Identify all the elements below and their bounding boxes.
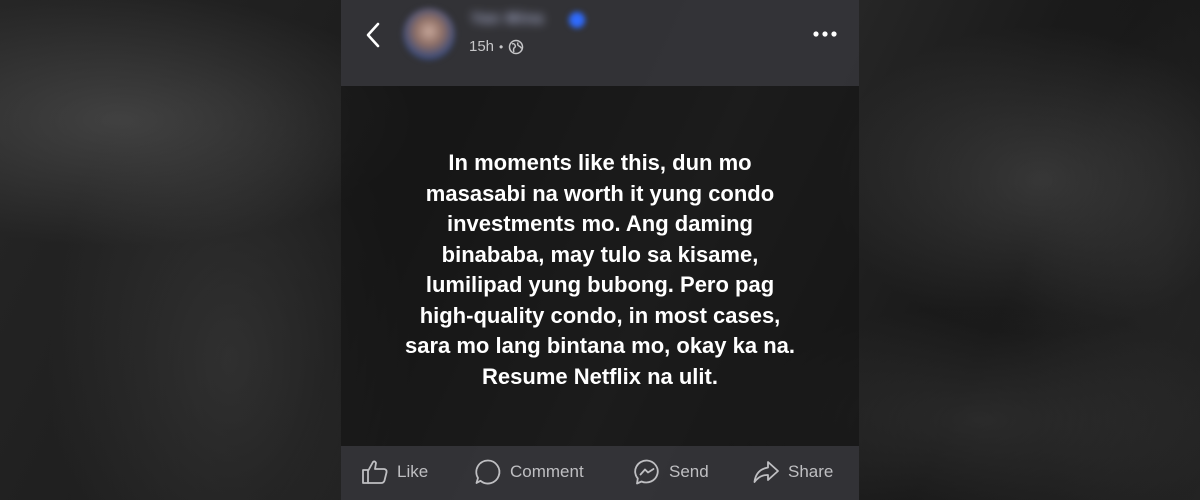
comment-button[interactable]: Comment [474,458,584,486]
back-button[interactable] [359,18,387,52]
post-card: Yan Mina 15h • In moments like this, dun… [341,0,859,500]
post-header: Yan Mina 15h • [341,0,859,86]
share-button[interactable]: Share [752,458,833,486]
globe-icon [508,39,524,54]
verified-badge-icon [569,12,585,28]
like-button[interactable]: Like [361,458,428,486]
comment-label: Comment [510,462,584,481]
send-label: Send [669,462,709,481]
post-time[interactable]: 15h [469,38,494,55]
meta-separator: • [499,39,504,54]
post-meta: 15h • [469,38,524,55]
author-name[interactable]: Yan Mina [467,10,548,32]
chevron-left-icon [366,22,380,48]
more-options-button[interactable] [811,20,839,48]
thumbs-up-icon [362,460,388,484]
post-body: In moments like this, dun mo masasabi na… [341,86,859,446]
like-label: Like [397,462,429,481]
avatar[interactable] [403,8,455,60]
post-text: In moments like this, dun mo masasabi na… [404,150,796,389]
send-button[interactable]: Send [633,458,709,486]
post-actions-bar: Like Comment Send Share [341,446,859,500]
share-arrow-icon [753,461,779,483]
messenger-icon [634,459,659,485]
share-label: Share [788,462,834,481]
more-horizontal-icon [813,31,837,37]
comment-bubble-icon [475,459,501,485]
